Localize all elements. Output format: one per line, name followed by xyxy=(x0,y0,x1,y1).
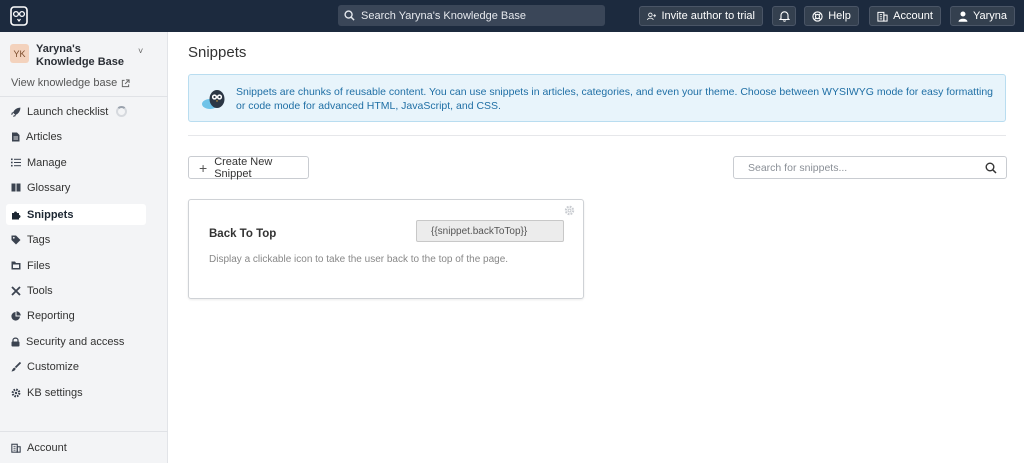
account-button[interactable]: Account xyxy=(869,6,941,26)
sidebar-item-label: Reporting xyxy=(27,309,75,322)
sidebar-item-label: KB settings xyxy=(27,386,83,399)
sidebar-divider xyxy=(0,96,168,97)
sidebar-item-tools[interactable]: Tools xyxy=(6,280,146,301)
content-divider xyxy=(188,135,1006,136)
notifications-button[interactable] xyxy=(772,6,796,26)
global-search-label: Search Yaryna's Knowledge Base xyxy=(361,9,526,22)
user-name-label: Yaryna xyxy=(972,10,1007,22)
sidebar-item-articles[interactable]: Articles xyxy=(6,126,146,147)
book-icon xyxy=(11,183,21,192)
top-bar: Search Yaryna's Knowledge Base Invite au… xyxy=(0,0,1024,32)
sidebar-item-label: Launch checklist xyxy=(27,105,109,118)
building-icon xyxy=(11,443,21,453)
sidebar-item-label: Files xyxy=(27,259,51,272)
create-snippet-label: Create New Snippet xyxy=(214,155,273,180)
info-banner-text: Snippets are chunks of reusable content.… xyxy=(236,86,994,112)
tag-icon xyxy=(11,235,21,244)
help-label: Help xyxy=(828,10,851,22)
user-menu-button[interactable]: Yaryna xyxy=(950,6,1015,26)
chart-icon xyxy=(11,310,21,321)
view-knowledge-base-link[interactable]: View knowledge base xyxy=(11,77,130,89)
bell-icon xyxy=(778,11,790,22)
snippet-search-input[interactable] xyxy=(735,158,975,177)
snippet-title: Back To Top xyxy=(209,228,277,240)
sidebar-item-label: Customize xyxy=(27,360,79,373)
search-icon[interactable] xyxy=(985,162,997,174)
file-icon xyxy=(12,132,20,141)
gear-icon xyxy=(11,388,21,397)
brush-icon xyxy=(11,361,21,371)
sidebar-item-label: Account xyxy=(27,441,67,454)
sidebar-item-tags[interactable]: Tags xyxy=(6,229,146,250)
invite-author-label: Invite author to trial xyxy=(661,10,755,22)
global-search-bar[interactable]: Search Yaryna's Knowledge Base xyxy=(338,5,605,26)
user-icon xyxy=(958,11,968,22)
sidebar-item-files[interactable]: Files xyxy=(6,255,146,276)
gear-icon[interactable] xyxy=(564,205,575,216)
sidebar-item-launch-checklist[interactable]: Launch checklist xyxy=(6,101,146,122)
sidebar-item-customize[interactable]: Customize xyxy=(6,356,146,377)
sidebar-item-label: Manage xyxy=(27,156,67,169)
sidebar: YK Yaryna's Knowledge Base ˅ View knowle… xyxy=(0,32,168,463)
puzzle-icon xyxy=(12,211,21,219)
lifebuoy-icon xyxy=(812,10,823,22)
snippet-search-box xyxy=(733,156,1007,179)
account-label: Account xyxy=(893,10,933,22)
sidebar-item-label: Articles xyxy=(26,130,63,143)
rocket-icon xyxy=(11,107,21,117)
kb-name: Yaryna's Knowledge Base xyxy=(36,43,125,68)
view-kb-label: View knowledge base xyxy=(11,77,118,89)
sidebar-item-label: Tools xyxy=(27,284,53,297)
sidebar-item-kb-settings[interactable]: KB settings xyxy=(6,382,146,403)
snippet-description: Display a clickable icon to take the use… xyxy=(209,254,509,265)
loading-spinner-icon xyxy=(116,106,128,117)
sidebar-item-glossary[interactable]: Glossary xyxy=(6,177,146,198)
search-icon xyxy=(344,10,355,21)
sidebar-item-snippets[interactable]: Snippets xyxy=(6,204,146,225)
sidebar-item-manage[interactable]: Manage xyxy=(6,152,146,173)
kb-avatar: YK xyxy=(10,44,29,63)
snippet-card[interactable]: Back To Top {{snippet.backToTop}} Displa… xyxy=(188,199,584,299)
owl-logo-icon[interactable] xyxy=(8,5,30,27)
add-user-icon xyxy=(647,12,657,20)
info-banner: Snippets are chunks of reusable content.… xyxy=(188,74,1006,122)
tools-icon xyxy=(11,285,21,296)
building-icon xyxy=(877,11,888,22)
sidebar-item-label: Security and access xyxy=(26,335,125,348)
owl-mascot-icon xyxy=(201,87,227,114)
list-icon xyxy=(11,158,21,167)
sidebar-divider xyxy=(0,431,168,432)
snippet-code-field[interactable]: {{snippet.backToTop}} xyxy=(416,220,564,242)
external-link-icon xyxy=(122,78,130,87)
chevron-down-icon: ˅ xyxy=(138,46,144,56)
sidebar-item-account[interactable]: Account xyxy=(6,437,146,458)
sidebar-item-label: Snippets xyxy=(27,208,74,221)
plus-icon: + xyxy=(199,159,208,176)
page-title: Snippets xyxy=(188,44,247,61)
folder-icon xyxy=(11,261,21,270)
sidebar-item-label: Tags xyxy=(27,233,51,246)
help-button[interactable]: Help xyxy=(804,6,859,26)
lock-icon xyxy=(11,337,20,346)
sidebar-item-label: Glossary xyxy=(27,181,71,194)
invite-author-button[interactable]: Invite author to trial xyxy=(639,6,763,26)
sidebar-item-security[interactable]: Security and access xyxy=(6,331,146,352)
sidebar-item-reporting[interactable]: Reporting xyxy=(6,305,146,326)
create-snippet-button[interactable]: + Create New Snippet xyxy=(188,155,309,180)
